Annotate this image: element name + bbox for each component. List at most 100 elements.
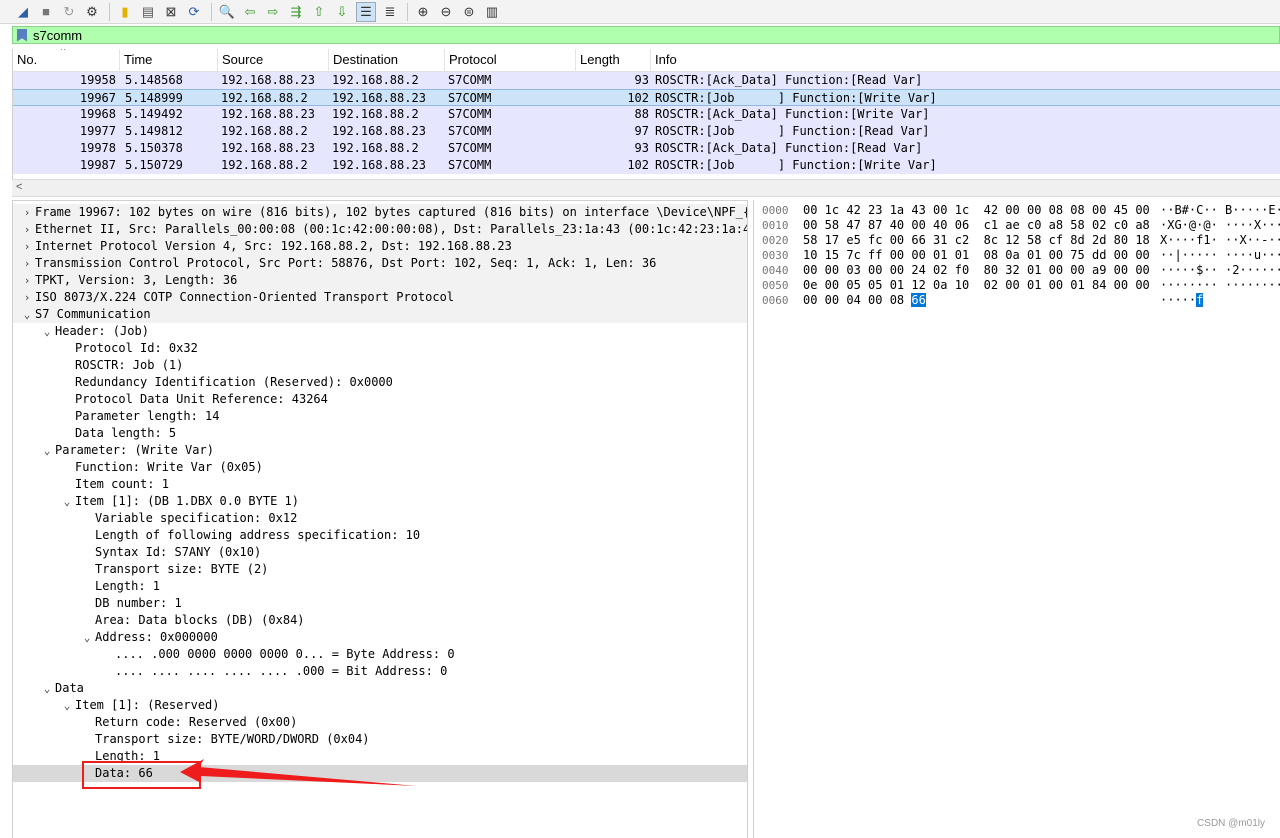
column-header-protocol[interactable]: Protocol <box>445 49 576 71</box>
collapsed-chevron-icon[interactable]: › <box>21 272 33 289</box>
column-header-no[interactable]: No. <box>13 49 120 71</box>
detail-tree-item[interactable]: Length: 1 <box>13 578 747 595</box>
reload-file-icon[interactable]: ⟳ <box>185 3 203 21</box>
hex-row[interactable]: 0050 0e 00 05 05 01 12 0a 10 02 00 01 00 … <box>754 278 1280 293</box>
capture-options-icon[interactable]: ⚙ <box>83 3 101 21</box>
detail-tree-item[interactable]: ⌄ Item [1]: (Reserved) <box>13 697 747 714</box>
resize-columns-icon[interactable]: ▥ <box>483 3 501 21</box>
hex-bytes[interactable]: 0e 00 05 05 01 12 0a 10 02 00 01 00 01 8… <box>803 278 1150 293</box>
detail-tree-item[interactable]: Data length: 5 <box>13 425 747 442</box>
hex-ascii[interactable]: X····f1· ··X··-·· <box>1160 233 1280 248</box>
hex-ascii[interactable]: ··|····· ····u··· <box>1160 248 1280 263</box>
collapsed-chevron-icon[interactable]: › <box>21 204 33 221</box>
collapsed-chevron-icon[interactable]: › <box>21 221 33 238</box>
hex-row[interactable]: 0010 00 58 47 87 40 00 40 06 c1 ae c0 a8 … <box>754 218 1280 233</box>
expanded-chevron-icon[interactable]: ⌄ <box>61 493 73 510</box>
expanded-chevron-icon[interactable]: ⌄ <box>61 697 73 714</box>
detail-tree-item[interactable]: Item count: 1 <box>13 476 747 493</box>
column-header-info[interactable]: Info <box>651 49 1280 71</box>
stop-capture-icon[interactable]: ■ <box>37 3 55 21</box>
zoom-out-icon[interactable]: ⊖ <box>437 3 455 21</box>
detail-tree-item[interactable]: Length of following address specificatio… <box>13 527 747 544</box>
display-filter-input[interactable] <box>33 27 1233 43</box>
hex-bytes[interactable]: 10 15 7c ff 00 00 01 01 08 0a 01 00 75 d… <box>803 248 1150 263</box>
expanded-chevron-icon[interactable]: ⌄ <box>81 629 93 646</box>
packet-row[interactable]: 19958 5.148568 192.168.88.23 192.168.88.2 S7… <box>13 72 1280 89</box>
find-packet-icon[interactable]: 🔍 <box>218 3 236 21</box>
zoom-in-icon[interactable]: ⊕ <box>414 3 432 21</box>
hex-row[interactable]: 0060 00 00 04 00 08 66 ·····f <box>754 293 1280 308</box>
hex-ascii[interactable]: ·XG·@·@· ····X··· <box>1160 218 1280 233</box>
packet-row[interactable]: 19977 5.149812 192.168.88.2 192.168.88.23 S7… <box>13 123 1280 140</box>
colorize-icon[interactable]: ≣ <box>381 3 399 21</box>
collapsed-chevron-icon[interactable]: › <box>21 238 33 255</box>
hex-ascii[interactable]: ··B#·C·· B·····E· <box>1160 203 1280 218</box>
detail-tree-item[interactable]: ROSCTR: Job (1) <box>13 357 747 374</box>
expanded-chevron-icon[interactable]: ⌄ <box>41 323 53 340</box>
detail-tree-item[interactable]: ⌄ Data <box>13 680 747 697</box>
packet-row[interactable]: 19967 5.148999 192.168.88.2 192.168.88.23 S7… <box>13 89 1280 106</box>
detail-tree-item[interactable]: Return code: Reserved (0x00) <box>13 714 747 731</box>
hex-row[interactable]: 0000 00 1c 42 23 1a 43 00 1c 42 00 00 08 … <box>754 203 1280 218</box>
packet-list-horizontal-scrollbar[interactable]: < <box>12 179 1280 197</box>
first-packet-icon[interactable]: ⇧ <box>310 3 328 21</box>
detail-tree-item[interactable]: › ISO 8073/X.224 COTP Connection-Oriented… <box>13 289 747 306</box>
detail-tree-item[interactable]: .... .... .... .... .... .000 = Bit Addr… <box>13 663 747 680</box>
hex-bytes[interactable]: 00 1c 42 23 1a 43 00 1c 42 00 00 08 08 0… <box>803 203 1150 218</box>
hex-bytes[interactable]: 00 00 03 00 00 24 02 f0 80 32 01 00 00 a… <box>803 263 1150 278</box>
hex-bytes[interactable]: 58 17 e5 fc 00 66 31 c2 8c 12 58 cf 8d 2… <box>803 233 1150 248</box>
packet-row[interactable]: 19978 5.150378 192.168.88.23 192.168.88.2 S7… <box>13 140 1280 157</box>
detail-tree-item[interactable]: ⌄ Item [1]: (DB 1.DBX 0.0 BYTE 1) <box>13 493 747 510</box>
packet-row[interactable]: 19968 5.149492 192.168.88.23 192.168.88.2 S7… <box>13 106 1280 123</box>
detail-tree-item[interactable]: ⌄ Header: (Job) <box>13 323 747 340</box>
selected-byte[interactable]: 66 <box>911 293 926 307</box>
close-file-icon[interactable]: ⊠ <box>162 3 180 21</box>
collapsed-chevron-icon[interactable]: › <box>21 289 33 306</box>
hex-row[interactable]: 0020 58 17 e5 fc 00 66 31 c2 8c 12 58 cf … <box>754 233 1280 248</box>
detail-tree-item[interactable]: › Transmission Control Protocol, Src Port… <box>13 255 747 272</box>
detail-tree-item[interactable]: › TPKT, Version: 3, Length: 36 <box>13 272 747 289</box>
last-packet-icon[interactable]: ⇩ <box>333 3 351 21</box>
hex-ascii[interactable]: ·····$·· ·2······ <box>1160 263 1280 278</box>
auto-scroll-icon[interactable]: ☰ <box>356 1 376 22</box>
bookmark-icon[interactable] <box>17 28 27 42</box>
scroll-left-icon[interactable]: < <box>16 180 22 195</box>
hex-bytes[interactable]: 00 00 04 00 08 66 <box>803 293 926 308</box>
detail-tree-item[interactable]: Protocol Data Unit Reference: 43264 <box>13 391 747 408</box>
go-back-icon[interactable]: ⇦ <box>241 3 259 21</box>
detail-tree-item[interactable]: › Ethernet II, Src: Parallels_00:00:08 (0… <box>13 221 747 238</box>
go-to-packet-icon[interactable]: ⇶ <box>287 3 305 21</box>
column-header-source[interactable]: Source <box>218 49 329 71</box>
detail-tree-item[interactable]: Length: 1 <box>13 748 747 765</box>
detail-tree-item[interactable]: Syntax Id: S7ANY (0x10) <box>13 544 747 561</box>
zoom-reset-icon[interactable]: ⊜ <box>460 3 478 21</box>
detail-tree-item[interactable]: › Internet Protocol Version 4, Src: 192.1… <box>13 238 747 255</box>
column-header-destination[interactable]: Destination <box>329 49 445 71</box>
open-file-icon[interactable]: ▮ <box>116 3 134 21</box>
save-file-icon[interactable]: ▤ <box>139 3 157 21</box>
detail-tree-item[interactable]: Transport size: BYTE (2) <box>13 561 747 578</box>
expanded-chevron-icon[interactable]: ⌄ <box>21 306 33 323</box>
hex-ascii[interactable]: ·····f <box>1160 293 1204 308</box>
hex-row[interactable]: 0040 00 00 03 00 00 24 02 f0 80 32 01 00 … <box>754 263 1280 278</box>
detail-tree-item[interactable]: ⌄ Parameter: (Write Var) <box>13 442 747 459</box>
detail-tree-item[interactable]: › Frame 19967: 102 bytes on wire (816 bit… <box>13 204 747 221</box>
hex-bytes[interactable]: 00 58 47 87 40 00 40 06 c1 ae c0 a8 58 0… <box>803 218 1150 233</box>
expanded-chevron-icon[interactable]: ⌄ <box>41 442 53 459</box>
selected-byte[interactable]: f <box>1196 293 1204 307</box>
hex-ascii[interactable]: ········ ········ <box>1160 278 1280 293</box>
column-header-time[interactable]: Time <box>120 49 218 71</box>
detail-tree-item[interactable]: Protocol Id: 0x32 <box>13 340 747 357</box>
collapsed-chevron-icon[interactable]: › <box>21 255 33 272</box>
detail-tree-item[interactable]: .... .000 0000 0000 0000 0... = Byte Add… <box>13 646 747 663</box>
detail-tree-item[interactable]: Area: Data blocks (DB) (0x84) <box>13 612 747 629</box>
detail-tree-item[interactable]: Transport size: BYTE/WORD/DWORD (0x04) <box>13 731 747 748</box>
column-header-length[interactable]: Length <box>576 49 651 71</box>
detail-tree-item[interactable]: Redundancy Identification (Reserved): 0x… <box>13 374 747 391</box>
detail-tree-item[interactable]: ⌄ S7 Communication <box>13 306 747 323</box>
restart-capture-icon[interactable]: ↻ <box>60 3 78 21</box>
detail-tree-item[interactable]: DB number: 1 <box>13 595 747 612</box>
detail-tree-item[interactable]: Function: Write Var (0x05) <box>13 459 747 476</box>
detail-tree-item[interactable]: Variable specification: 0x12 <box>13 510 747 527</box>
detail-tree-item[interactable]: ⌄ Address: 0x000000 <box>13 629 747 646</box>
